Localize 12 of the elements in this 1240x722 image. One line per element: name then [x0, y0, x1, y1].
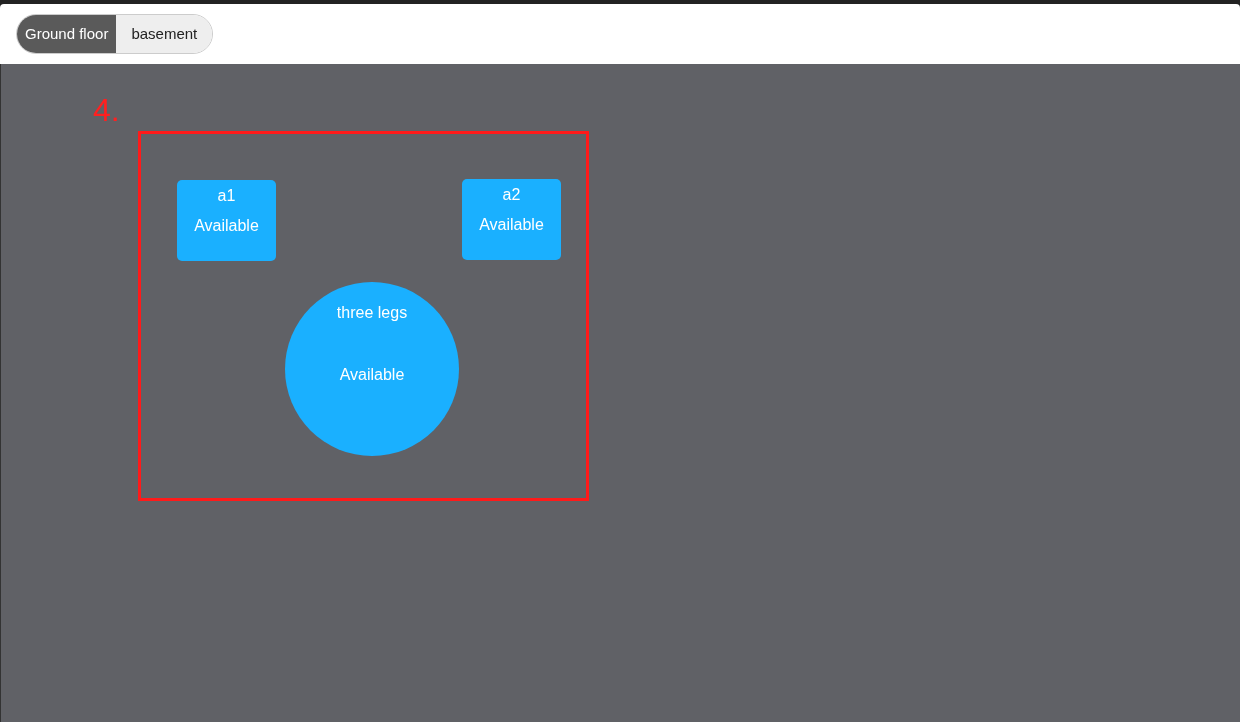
zone-label: 4. [93, 94, 120, 126]
table-name: a1 [217, 186, 236, 206]
floor-tab[interactable]: Ground floor [17, 15, 117, 53]
table-status: Available [479, 215, 544, 235]
table-name: a2 [502, 185, 521, 205]
round-table[interactable]: three legs Available [285, 282, 459, 456]
square-table[interactable]: a1 Available [177, 180, 276, 261]
table-status: Available [339, 365, 405, 385]
square-table[interactable]: a2 Available [462, 179, 561, 260]
floor-tab[interactable]: basement [116, 15, 213, 53]
table-status: Available [194, 216, 259, 236]
table-name: three legs [336, 303, 408, 323]
